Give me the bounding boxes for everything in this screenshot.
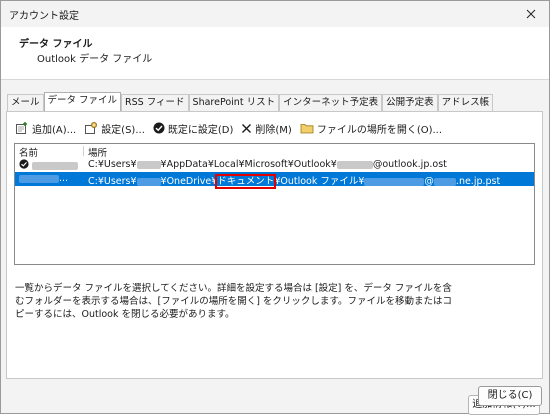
header-subtitle: Outlook データ ファイル [37,54,153,65]
row-name [19,159,79,171]
highlighted-documents-folder: ドキュメント [215,174,277,189]
row-name: ... [19,173,68,184]
redacted-name [19,174,59,183]
data-file-row-default[interactable]: C:¥Users¥ ¥AppData¥Local¥Microsoft¥Outloo… [15,158,534,172]
list-header: 名前 場所 [15,144,534,159]
redacted-email [336,160,373,169]
redacted-username [136,177,161,186]
settings-file-icon [85,122,98,134]
header-title: データ ファイル [19,39,93,50]
column-header-name[interactable]: 名前 [19,145,38,159]
redacted-name [32,161,79,170]
settings-button[interactable]: 設定(S)... [84,121,145,136]
toolbar: 追加(A)... 設定(S)... 既定に設定(D) 削除(M) ファイルの場所… [15,120,450,136]
instructions-text: 一覧からデータ ファイルを選択してください。詳細を設定する場合は [設定] を、… [15,283,452,320]
window-title: アカウント設定 [9,11,79,22]
dialog-header: データ ファイル Outlook データ ファイル [1,27,549,80]
redacted-domain [433,177,456,186]
tab-data-files[interactable]: データ ファイル [43,92,122,111]
data-file-list[interactable]: 名前 場所 C:¥Users¥ ¥AppData¥Local¥Microsoft¥… [14,143,535,265]
set-default-button[interactable]: 既定に設定(D) [153,121,234,136]
window-close-button[interactable] [513,1,549,27]
redacted-username [136,160,161,169]
redacted-email [364,177,425,186]
settings-button-label: 設定(S)... [101,124,145,136]
close-button[interactable]: 閉じる(C) [478,386,542,406]
tab-strip: メール データ ファイル RSS フィード SharePoint リスト インタ… [7,92,494,112]
row-location: C:¥Users¥ ¥OneDrive¥ドキュメント¥Outlook ファイル¥ @… [88,174,501,189]
set-default-label: 既定に設定(D) [167,124,234,136]
delete-x-icon [242,123,252,133]
account-settings-window: アカウント設定 データ ファイル Outlook データ ファイル メール デー… [0,0,550,415]
add-button-label: 追加(A)... [32,124,77,136]
column-header-location[interactable]: 場所 [88,145,107,159]
data-file-row-selected[interactable]: ... C:¥Users¥ ¥OneDrive¥ドキュメント¥Outlook ファ… [15,172,534,189]
delete-button[interactable]: 削除(M) [241,121,292,136]
tab-internet-calendars[interactable]: インターネット予定表 [279,94,383,111]
delete-button-label: 削除(M) [255,124,292,136]
data-files-panel: 追加(A)... 設定(S)... 既定に設定(D) 削除(M) ファイルの場所… [6,111,543,415]
add-file-icon [16,122,27,134]
tab-published-calendars[interactable]: 公開予定表 [382,94,438,111]
checkmark-circle-icon [153,122,165,134]
tab-mail[interactable]: メール [7,94,44,111]
default-check-icon [19,159,29,169]
title-bar: アカウント設定 [1,1,549,27]
tab-address-books[interactable]: アドレス帳 [437,94,494,111]
column-divider[interactable] [83,146,84,156]
open-location-label: ファイルの場所を開く(O)... [316,124,443,136]
tab-sharepoint-lists[interactable]: SharePoint リスト [188,94,280,111]
tab-rss-feeds[interactable]: RSS フィード [121,94,189,111]
folder-icon [300,124,314,134]
add-button[interactable]: 追加(A)... [15,121,76,136]
open-file-location-button[interactable]: ファイルの場所を開く(O)... [300,121,442,136]
close-icon [526,9,536,19]
row-location: C:¥Users¥ ¥AppData¥Local¥Microsoft¥Outloo… [88,159,447,170]
